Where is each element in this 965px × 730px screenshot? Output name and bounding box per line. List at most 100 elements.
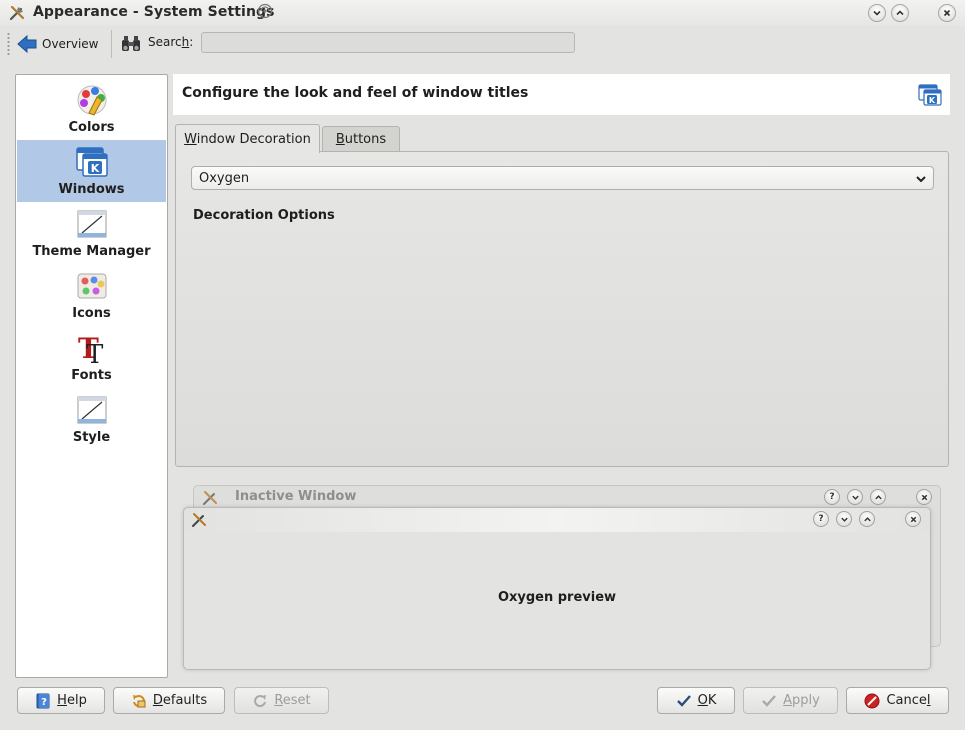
tab-label-rest: uttons (344, 131, 387, 147)
tab-label: Buttons (336, 132, 386, 147)
preview-close-button (916, 489, 932, 505)
help-label: Help (57, 693, 87, 708)
preview-close-button (905, 511, 921, 527)
mnemonic: O (697, 693, 708, 708)
inactive-window-title: Inactive Window (235, 489, 357, 504)
binoculars-icon (122, 36, 140, 51)
chevron-down-icon (840, 517, 848, 522)
sidebar-item-theme-manager[interactable]: Theme Manager (17, 202, 166, 264)
category-sidebar: Colors K Windows Theme Manager Icons T T… (15, 74, 168, 678)
checkmark-icon (762, 694, 777, 707)
minimize-button[interactable] (868, 4, 886, 22)
cancel-button[interactable]: Cancel (846, 687, 949, 714)
close-icon (943, 9, 951, 17)
sidebar-item-icons[interactable]: Icons (17, 264, 166, 326)
search-label: Search: (148, 35, 194, 49)
mnemonic: H (57, 693, 67, 708)
apply-button[interactable]: Apply (743, 687, 838, 714)
decoration-select[interactable]: Oxygen (191, 166, 934, 190)
preview-maximize-button (870, 489, 886, 505)
preview-text: Oxygen preview (497, 590, 617, 605)
sidebar-item-style[interactable]: Style (17, 388, 166, 450)
maximize-button[interactable] (891, 4, 909, 22)
window-titlebar[interactable]: Appearance - System Settings (0, 0, 965, 26)
windows-icon: K (918, 84, 942, 106)
label-rest: efaults (162, 693, 208, 708)
overview-button[interactable]: Overview (17, 32, 99, 56)
chevron-down-icon (851, 495, 859, 500)
reset-label: Reset (274, 693, 310, 708)
back-arrow-icon (17, 35, 37, 53)
sidebar-item-label: Theme Manager (32, 244, 151, 259)
sidebar-item-fonts[interactable]: T T Fonts (17, 326, 166, 388)
system-settings-icon (203, 491, 217, 505)
window-title: Appearance - System Settings (33, 4, 275, 20)
module-header: Configure the look and feel of window ti… (173, 74, 950, 115)
toolbar-grip[interactable] (7, 32, 10, 56)
preview-help-button: ? (813, 511, 829, 527)
help-icon: ? (829, 492, 835, 502)
tab-label: Window Decoration (184, 132, 311, 147)
sidebar-item-label: Windows (58, 182, 125, 197)
label-rest: K (707, 693, 717, 708)
reset-button[interactable]: Reset (234, 687, 329, 714)
sidebar-item-label: Fonts (71, 368, 112, 383)
sidebar-item-colors[interactable]: Colors (17, 78, 166, 140)
preview-minimize-button (847, 489, 863, 505)
close-icon (921, 494, 927, 500)
tab-buttons[interactable]: Buttons (322, 126, 400, 151)
label-rest: elp (66, 693, 87, 708)
toolbar: Overview Search: (0, 26, 965, 62)
toolbar-separator (111, 30, 112, 58)
defaults-label: Defaults (153, 693, 207, 708)
tab-label-rest: indow Decoration (196, 131, 311, 147)
page-title: Configure the look and feel of window ti… (182, 85, 529, 101)
label-rest: pply (792, 693, 820, 708)
keep-above-icon[interactable] (256, 2, 274, 20)
style-icon (77, 396, 106, 424)
active-window-preview: ? Oxygen preview (183, 507, 931, 670)
checkmark-icon (676, 694, 691, 707)
svg-text:T: T (86, 340, 104, 365)
theme-manager-icon (77, 210, 106, 238)
preview-help-button: ? (824, 489, 840, 505)
mnemonic: A (783, 693, 793, 708)
preview-minimize-button (836, 511, 852, 527)
chevron-up-icon (874, 494, 882, 499)
mnemonic: R (274, 693, 283, 708)
mnemonic: l (926, 693, 931, 708)
close-icon (910, 516, 916, 522)
cancel-label: Cancel (886, 693, 930, 708)
ok-label: OK (698, 693, 717, 708)
defaults-button[interactable]: Defaults (113, 687, 225, 714)
system-settings-icon (192, 513, 206, 527)
close-button[interactable] (938, 4, 956, 22)
search-input[interactable] (201, 32, 575, 53)
chevron-up-icon (896, 10, 904, 16)
sidebar-item-label: Icons (72, 306, 111, 321)
help-button[interactable]: ? Help (17, 687, 105, 714)
sidebar-item-windows[interactable]: K Windows (17, 140, 166, 202)
preview-maximize-button (859, 511, 875, 527)
colors-icon (77, 85, 106, 116)
svg-text:?: ? (41, 697, 47, 708)
tab-mnemonic: B (335, 131, 345, 147)
help-book-icon: ? (36, 693, 50, 708)
system-settings-icon (9, 5, 25, 21)
fonts-icon: T T (78, 332, 104, 365)
reset-icon (254, 694, 267, 707)
chevron-up-icon (863, 516, 871, 521)
tab-window-decoration[interactable]: Window Decoration (175, 124, 320, 153)
windows-icon: K (75, 147, 108, 177)
chevron-down-icon (916, 176, 926, 183)
help-icon: ? (818, 514, 824, 524)
sidebar-item-label: Style (72, 430, 111, 445)
svg-text:K: K (90, 162, 99, 175)
label-rest: eset (282, 693, 311, 708)
svg-text:K: K (929, 96, 936, 105)
defaults-icon (132, 694, 146, 707)
decoration-options-heading: Decoration Options (193, 208, 335, 223)
mnemonic: D (152, 693, 163, 708)
ok-button[interactable]: OK (657, 687, 735, 714)
decoration-select-value: Oxygen (199, 170, 250, 186)
